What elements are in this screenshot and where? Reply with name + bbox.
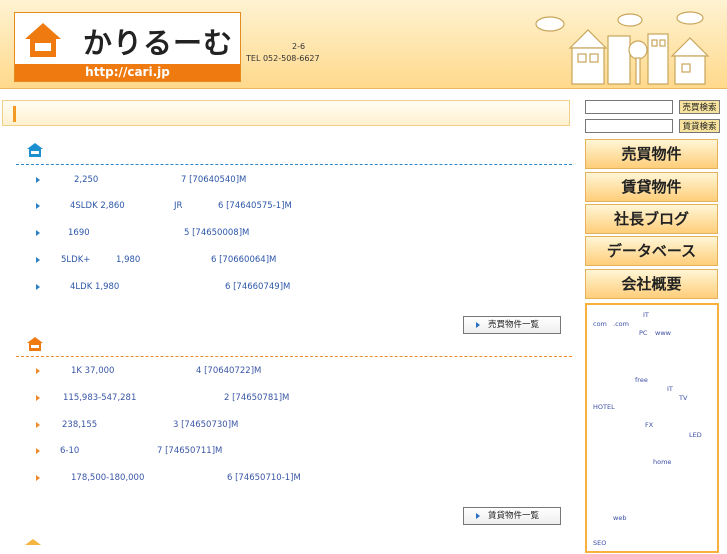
list-item[interactable]: 115,983-547,281 2 [74650781]M bbox=[36, 389, 556, 407]
company-address: 2-6 bbox=[292, 42, 306, 51]
section-house-icon bbox=[25, 539, 41, 545]
sale-divider bbox=[16, 164, 572, 165]
bullet-icon bbox=[36, 368, 40, 374]
list-item[interactable]: 6-10 7 [74650711]M bbox=[36, 442, 556, 460]
link-item[interactable]: IT bbox=[643, 311, 649, 319]
sale-list-button[interactable]: 売買物件一覧 bbox=[463, 316, 561, 334]
bullet-icon bbox=[36, 230, 40, 236]
house-logo-icon bbox=[25, 23, 61, 57]
link-item[interactable]: com bbox=[593, 320, 607, 328]
link-item[interactable]: FX bbox=[645, 421, 653, 429]
list-item[interactable]: 4SLDK 2,860 JR 6 [74640575-1]M bbox=[36, 197, 556, 215]
company-tel: TEL 052-508-6627 bbox=[246, 54, 320, 63]
link-item[interactable]: free bbox=[635, 376, 648, 384]
rent-divider bbox=[16, 356, 572, 357]
link-item[interactable]: web bbox=[613, 514, 626, 522]
page-title-bar bbox=[2, 100, 570, 126]
bullet-icon bbox=[36, 257, 40, 263]
bullet-icon bbox=[36, 395, 40, 401]
sale-house-icon bbox=[27, 143, 43, 157]
list-item[interactable]: 5LDK+ 1,980 6 [70660064]M bbox=[36, 251, 556, 269]
link-item[interactable]: .com bbox=[613, 320, 629, 328]
bullet-icon bbox=[36, 203, 40, 209]
nav-database[interactable]: データベース bbox=[585, 236, 718, 266]
link-item[interactable]: HOTEL bbox=[593, 403, 615, 411]
arrow-right-icon bbox=[476, 513, 480, 519]
header: かりるーむ http://cari.jp 2-6 TEL 052-508-662… bbox=[0, 0, 727, 89]
site-logo[interactable]: かりるーむ http://cari.jp bbox=[14, 12, 241, 82]
list-item[interactable]: 178,500-180,000 6 [74650710-1]M bbox=[36, 469, 556, 487]
sale-search-button[interactable]: 売買検索 bbox=[679, 100, 720, 114]
link-box: IT com .com PC www free IT TV HOTEL FX L… bbox=[585, 303, 719, 553]
bullet-icon bbox=[36, 284, 40, 290]
list-item[interactable]: 1690 5 [74650008]M bbox=[36, 224, 556, 242]
nav-sale-properties[interactable]: 売買物件 bbox=[585, 139, 718, 169]
list-item[interactable]: 238,155 3 [74650730]M bbox=[36, 416, 556, 434]
nav-president-blog[interactable]: 社長ブログ bbox=[585, 204, 718, 234]
bullet-icon bbox=[36, 177, 40, 183]
bullet-icon bbox=[36, 475, 40, 481]
list-item[interactable]: 1K 37,000 4 [70640722]M bbox=[36, 362, 556, 380]
link-item[interactable]: LED bbox=[689, 431, 702, 439]
link-item[interactable]: www bbox=[655, 329, 671, 337]
rent-search-button[interactable]: 賃貸検索 bbox=[679, 119, 720, 133]
logo-text: かりるーむ bbox=[83, 26, 234, 60]
bullet-icon bbox=[36, 448, 40, 454]
list-item[interactable]: 4LDK 1,980 6 [74660749]M bbox=[36, 278, 556, 296]
logo-url: http://cari.jp bbox=[15, 64, 240, 81]
link-item[interactable]: TV bbox=[679, 394, 687, 402]
sale-search-input[interactable] bbox=[585, 100, 673, 114]
list-item[interactable]: 2,250 7 [70640540]M bbox=[36, 171, 556, 189]
link-item[interactable]: home bbox=[653, 458, 671, 466]
nav-rent-properties[interactable]: 賃貸物件 bbox=[585, 172, 718, 202]
town-illustration-icon bbox=[535, 11, 710, 85]
nav-company-profile[interactable]: 会社概要 bbox=[585, 269, 718, 299]
link-item[interactable]: PC bbox=[639, 329, 647, 337]
link-item[interactable]: IT bbox=[667, 385, 673, 393]
link-item[interactable]: SEO bbox=[593, 539, 606, 547]
arrow-right-icon bbox=[476, 322, 480, 328]
bullet-icon bbox=[36, 422, 40, 428]
title-accent bbox=[13, 106, 16, 122]
rent-house-icon bbox=[27, 337, 43, 351]
rent-list-button[interactable]: 賃貸物件一覧 bbox=[463, 507, 561, 525]
rent-search-input[interactable] bbox=[585, 119, 673, 133]
